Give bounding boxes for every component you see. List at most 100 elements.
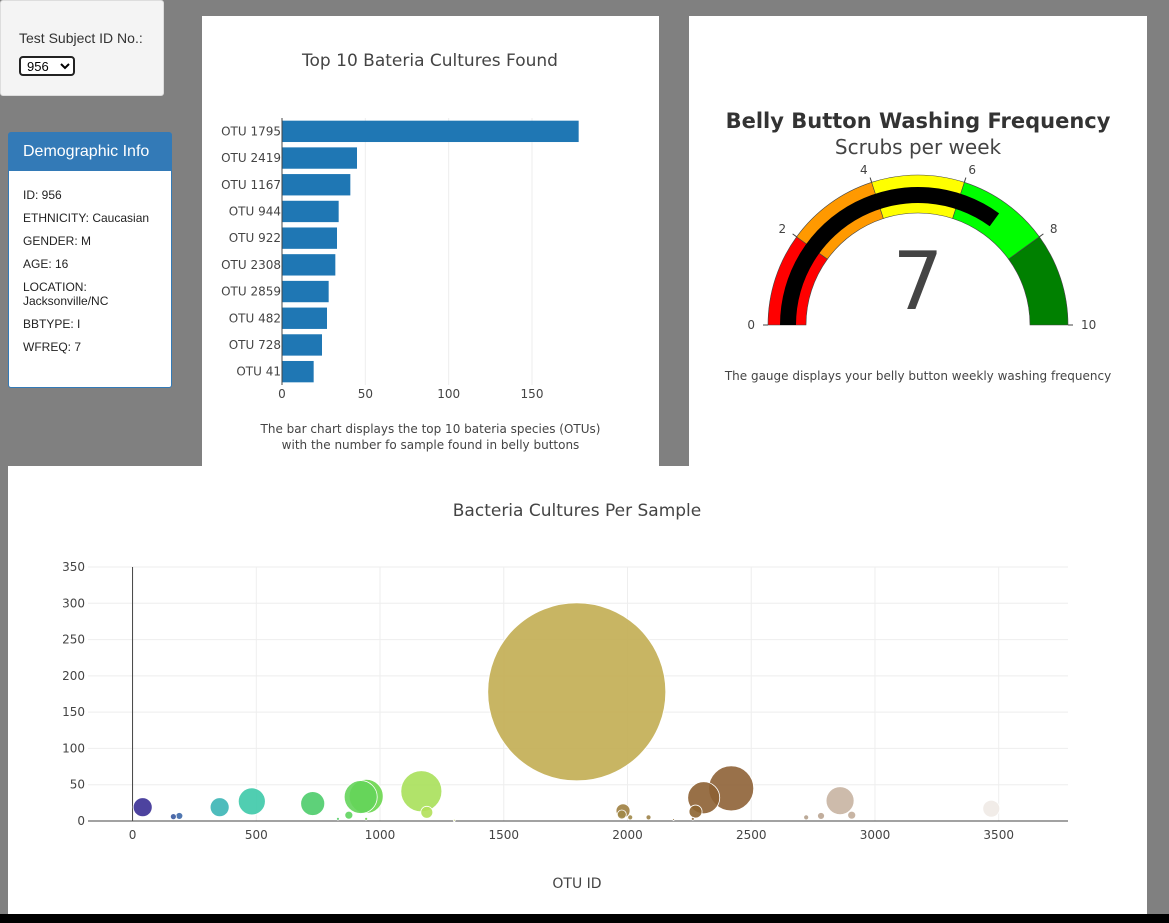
bubble — [825, 786, 855, 816]
bar-category-label: OTU 1167 — [221, 178, 281, 192]
bubble-x-tick-label: 1000 — [365, 828, 396, 842]
bubble — [803, 814, 810, 821]
bubble-y-tick-label: 250 — [62, 633, 85, 647]
bar — [282, 360, 314, 383]
gauge-tick-label: 4 — [860, 163, 868, 177]
bubble-x-tick-label: 500 — [245, 828, 268, 842]
subject-selector-panel: Test Subject ID No.: 956 — [0, 0, 164, 96]
bar-chart-panel: Top 10 Bateria Cultures Found 0 50 100 150 OT… — [202, 16, 659, 466]
subject-id-select[interactable]: 956 — [19, 56, 75, 76]
bubble — [627, 814, 634, 821]
bubble — [616, 809, 627, 820]
bubble — [487, 602, 667, 782]
bar — [282, 174, 351, 196]
bubble — [209, 797, 230, 818]
bubble-x-tick-label: 0 — [129, 828, 137, 842]
gauge-tick-label: 6 — [968, 163, 976, 177]
bubble-y-tick-label: 0 — [77, 814, 85, 828]
gauge-subtitle: Scrubs per week — [835, 135, 1002, 159]
gauge-tick-label: 0 — [747, 318, 755, 332]
bubble-chart-title: Bacteria Cultures Per Sample — [453, 501, 701, 521]
bar-category-label: OTU 2859 — [221, 285, 281, 299]
bar-category-label: OTU 1795 — [221, 124, 281, 138]
bar-caption-line1: The bar chart displays the top 10 bateri… — [260, 422, 601, 436]
gauge-chart-panel: Belly Button Washing Frequency Scrubs per… — [689, 16, 1147, 466]
gauge-tick-label: 10 — [1081, 318, 1096, 332]
bubble-chart-panel: Bacteria Cultures Per Sample 0 50 100 150 200… — [8, 466, 1147, 914]
bar-category-label: OTU 922 — [229, 231, 281, 245]
demo-wfreq: WFREQ: 7 — [23, 340, 82, 354]
bubble — [817, 812, 825, 820]
bar — [282, 254, 336, 276]
bubble-x-tick-label: 1500 — [488, 828, 519, 842]
demo-ethnicity: ETHNICITY: Caucasian — [23, 211, 150, 225]
bar-category-label: OTU 41 — [236, 365, 281, 379]
gauge-title: Belly Button Washing Frequency — [726, 109, 1111, 133]
bar-category-label: OTU 482 — [229, 311, 281, 325]
bar-category-label: OTU 2308 — [221, 258, 281, 272]
bar-chart-title: Top 10 Bateria Cultures Found — [301, 51, 558, 71]
bubble — [400, 770, 443, 813]
bar — [282, 120, 579, 143]
bubble — [364, 816, 369, 821]
bubble — [237, 787, 266, 816]
bottom-edge — [0, 914, 1169, 923]
bubble-chart: Bacteria Cultures Per Sample 0 50 100 150 200… — [62, 501, 1068, 892]
bubble-y-tick-label: 50 — [70, 778, 85, 792]
bubble — [452, 818, 456, 822]
demographic-info-heading: Demographic Info — [9, 133, 171, 171]
bubble — [982, 799, 1001, 818]
demographic-info-body: ID: 956 ETHNICITY: Caucasian GENDER: M A… — [9, 171, 171, 354]
bar-category-label: OTU 2419 — [221, 151, 281, 165]
bubble-x-tick-label: 2000 — [612, 828, 643, 842]
bubble-x-tick-label: 3500 — [983, 828, 1014, 842]
bar-category-label: OTU 728 — [229, 338, 281, 352]
bar-chart: Top 10 Bateria Cultures Found 0 50 100 150 OT… — [221, 51, 579, 401]
gauge-tick — [1039, 233, 1044, 238]
bubble — [344, 810, 354, 820]
bar-x-tick-label: 150 — [521, 387, 544, 401]
gauge-tick-label: 8 — [1050, 222, 1058, 236]
bar-category-label: OTU 944 — [229, 204, 281, 218]
bubble-x-axis-label: OTU ID — [552, 876, 601, 892]
bar-x-tick-label: 0 — [278, 387, 286, 401]
gauge-caption: The gauge displays your belly button wee… — [724, 369, 1112, 383]
bubble — [175, 812, 184, 820]
demographic-info-panel: Demographic Info ID: 956 ETHNICITY: Cauc… — [8, 132, 172, 388]
bubble — [645, 814, 652, 821]
demo-id: ID: 956 — [23, 188, 62, 202]
demo-location: LOCATION: Jacksonville/NC — [23, 280, 109, 308]
bar-x-tick-label: 100 — [437, 387, 460, 401]
bar — [282, 147, 357, 169]
bubble — [343, 780, 378, 814]
demo-age: AGE: 16 — [23, 257, 69, 271]
bubble — [169, 813, 177, 821]
bubble — [300, 791, 326, 816]
bubble — [690, 816, 695, 821]
bubble — [336, 816, 340, 821]
bar — [282, 334, 322, 356]
gauge-tick — [963, 177, 967, 183]
demo-gender: GENDER: M — [23, 234, 92, 248]
bubble — [420, 805, 434, 819]
bubble — [132, 797, 153, 818]
bubble-y-tick-label: 300 — [62, 596, 85, 610]
bubble-y-tick-label: 100 — [62, 741, 85, 755]
bar-x-tick-label: 50 — [358, 387, 373, 401]
bar-chart-caption: The bar chart displays the top 10 bateri… — [202, 421, 659, 453]
bar — [282, 200, 339, 223]
gauge-tick — [869, 177, 873, 183]
bubble-y-tick-label: 350 — [62, 560, 85, 574]
bubble-x-tick-label: 3000 — [860, 828, 891, 842]
bubble — [847, 810, 857, 820]
gauge-tick — [792, 233, 797, 238]
bubble-y-tick-label: 200 — [62, 669, 85, 683]
gauge-tick-label: 2 — [778, 222, 786, 236]
bar — [282, 227, 337, 249]
bar — [282, 307, 327, 329]
demo-bbtype: BBTYPE: I — [23, 317, 81, 331]
bubble-y-tick-label: 150 — [62, 705, 85, 719]
bubble-x-tick-label: 2500 — [736, 828, 767, 842]
bar-caption-line2: with the number fo sample found in belly… — [281, 438, 580, 452]
gauge-chart: Belly Button Washing FrequencyScrubs per… — [726, 109, 1111, 332]
